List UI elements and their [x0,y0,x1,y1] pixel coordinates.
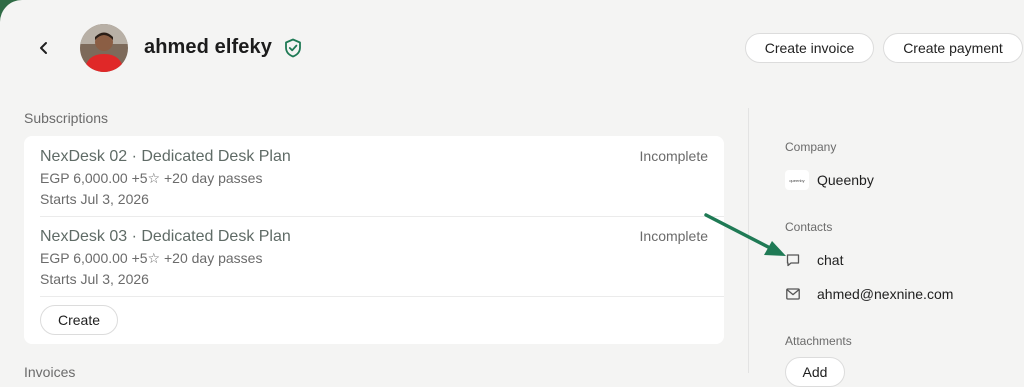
contacts-label: Contacts [785,220,833,234]
subscription-start-date: Starts Jul 3, 2026 [40,271,149,287]
company-label: Company [785,140,837,154]
email-contact-link[interactable]: ahmed@nexnine.com [817,286,953,302]
subscription-price: EGP 6,000.00 +5☆ +20 day passes [40,250,263,266]
subscription-item[interactable]: NexDesk 02 · Dedicated Desk Plan EGP 6,0… [40,148,708,207]
subscription-price: EGP 6,000.00 +5☆ +20 day passes [40,170,263,186]
verified-shield-icon [285,38,301,58]
add-attachment-button[interactable]: Add [785,357,845,387]
chevron-left-icon [40,42,47,54]
create-invoice-button[interactable]: Create invoice [745,33,874,63]
subscription-title: NexDesk 03 · Dedicated Desk Plan [40,228,291,245]
back-button[interactable] [32,36,56,60]
subscription-title: NexDesk 02 · Dedicated Desk Plan [40,148,291,165]
chat-contact-link[interactable]: chat [817,252,843,268]
subscription-start-date: Starts Jul 3, 2026 [40,191,149,207]
company-logo: queenby [785,170,809,190]
avatar [80,24,128,72]
divider [40,216,724,217]
annotation-arrow-icon [704,213,786,256]
subscription-item[interactable]: NexDesk 03 · Dedicated Desk Plan EGP 6,0… [40,228,708,287]
subscription-status: Incomplete [639,228,708,244]
subscription-status: Incomplete [639,148,708,164]
create-payment-button[interactable]: Create payment [883,33,1023,63]
subscriptions-heading: Subscriptions [24,110,109,126]
company-name-link[interactable]: Queenby [817,172,874,188]
invoices-heading: Invoices [24,364,76,380]
create-subscription-button[interactable]: Create [40,305,118,335]
attachments-label: Attachments [785,334,852,348]
subscriptions-card: NexDesk 02 · Dedicated Desk Plan EGP 6,0… [24,136,724,344]
mail-icon [786,288,800,300]
divider [40,296,724,297]
customer-name: ahmed elfeky [144,36,272,58]
